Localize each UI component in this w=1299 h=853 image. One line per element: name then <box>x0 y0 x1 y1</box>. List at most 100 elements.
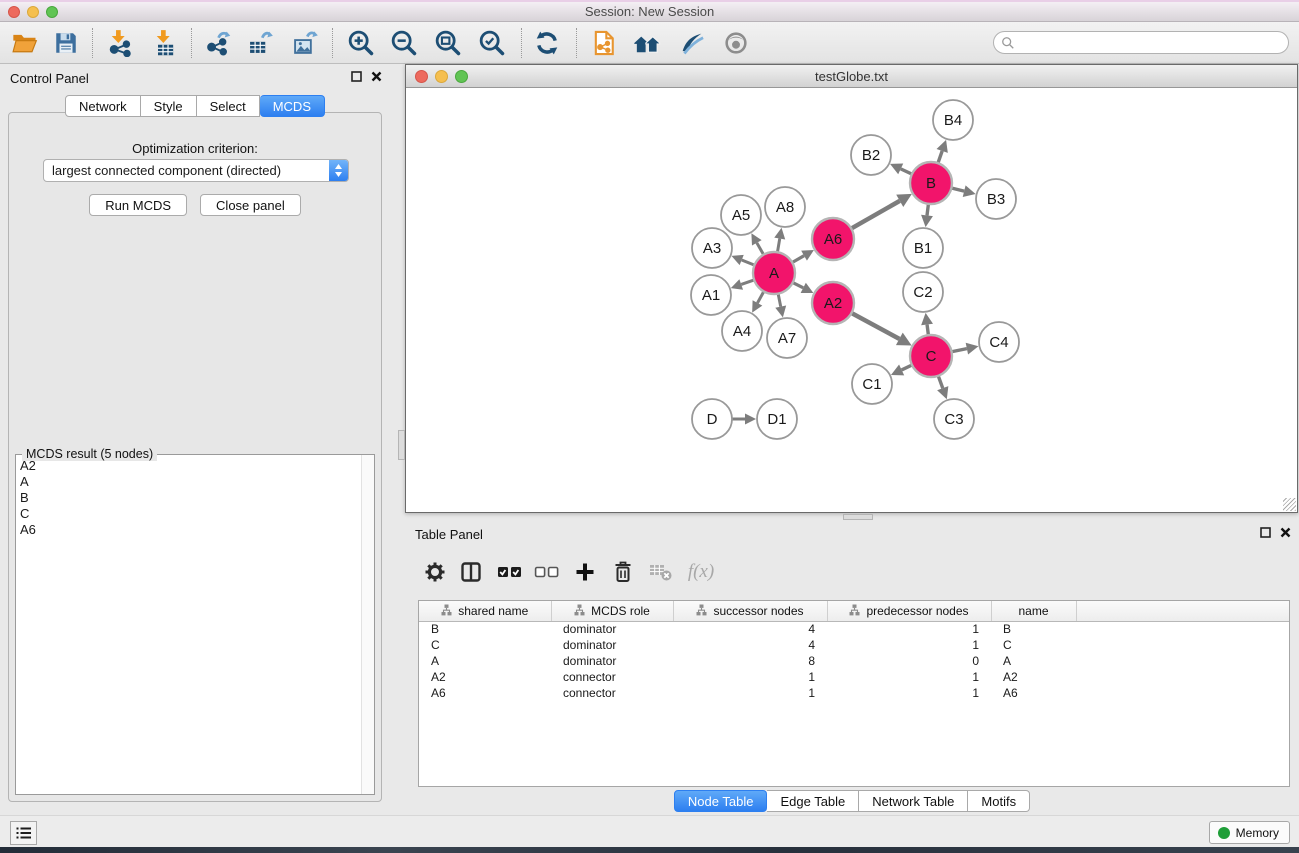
function-builder-icon[interactable]: f(x) <box>685 556 717 588</box>
import-network-icon[interactable] <box>103 26 137 60</box>
network-node[interactable]: A1 <box>691 275 731 315</box>
table-row[interactable]: A6connector11A6 <box>419 685 1289 701</box>
network-node[interactable]: B4 <box>933 100 973 140</box>
network-node[interactable]: D <box>692 399 732 439</box>
network-node[interactable]: B2 <box>851 135 891 175</box>
network-edge[interactable] <box>921 204 933 227</box>
mcds-result-item[interactable]: C <box>16 506 360 522</box>
table-cell[interactable]: B <box>419 621 551 637</box>
network-node[interactable]: A3 <box>692 228 732 268</box>
table-cell[interactable]: 8 <box>673 653 827 669</box>
table-cell[interactable]: 0 <box>827 653 991 669</box>
tab-style[interactable]: Style <box>141 95 197 117</box>
network-node[interactable]: A6 <box>812 218 854 260</box>
mcds-result-item[interactable]: A2 <box>16 458 360 474</box>
network-edge[interactable] <box>937 376 948 400</box>
show-details-eye-icon[interactable] <box>719 26 753 60</box>
network-canvas[interactable]: AA6A2BCA5A8A3A1A4A7B4B2B3B1C2C4C1C3DD1 <box>406 88 1297 512</box>
table-cell[interactable]: dominator <box>551 637 673 653</box>
network-edge[interactable] <box>951 185 975 197</box>
column-header-predecessor-nodes[interactable]: predecessor nodes <box>827 601 991 621</box>
network-edge[interactable] <box>752 291 764 312</box>
mcds-result-scrollbar[interactable] <box>361 455 374 794</box>
table-cell[interactable]: B <box>991 621 1076 637</box>
tab-mcds[interactable]: MCDS <box>260 95 325 117</box>
network-edge[interactable] <box>952 343 979 355</box>
network-close-button[interactable] <box>415 70 428 83</box>
table-cell[interactable]: connector <box>551 685 673 701</box>
table-cell[interactable]: A <box>419 653 551 669</box>
delete-table-icon[interactable] <box>645 556 677 588</box>
network-node[interactable]: B3 <box>976 179 1016 219</box>
table-cell[interactable]: 4 <box>673 621 827 637</box>
table-cell[interactable]: 1 <box>827 669 991 685</box>
table-cell[interactable]: 1 <box>827 621 991 637</box>
network-window-titlebar[interactable]: testGlobe.txt <box>406 65 1297 88</box>
table-settings-gear-icon[interactable] <box>419 556 451 588</box>
column-header-name[interactable]: name <box>991 601 1076 621</box>
zoom-out-icon[interactable] <box>387 26 421 60</box>
tab-motifs[interactable]: Motifs <box>968 790 1030 812</box>
column-header-mcds-role[interactable]: MCDS role <box>551 601 673 621</box>
zoom-window-button[interactable] <box>46 6 58 18</box>
network-zoom-button[interactable] <box>455 70 468 83</box>
table-cell[interactable]: A <box>991 653 1076 669</box>
network-edge[interactable] <box>937 140 948 163</box>
close-panel-icon[interactable] <box>1280 527 1291 538</box>
zoom-in-icon[interactable] <box>344 26 378 60</box>
select-all-icon[interactable] <box>494 556 526 588</box>
table-cell[interactable]: 1 <box>673 685 827 701</box>
network-node[interactable]: A5 <box>721 195 761 235</box>
table-row[interactable]: A2connector11A2 <box>419 669 1289 685</box>
network-edge[interactable] <box>732 413 756 424</box>
network-node[interactable]: C4 <box>979 322 1019 362</box>
table-cell[interactable]: 1 <box>673 669 827 685</box>
network-edge[interactable] <box>774 228 785 253</box>
mcds-result-item[interactable]: B <box>16 490 360 506</box>
table-cell[interactable]: connector <box>551 669 673 685</box>
run-mcds-button[interactable]: Run MCDS <box>89 194 187 216</box>
table-cell[interactable]: C <box>419 637 551 653</box>
network-edge[interactable] <box>751 233 763 254</box>
table-cell[interactable]: 1 <box>827 685 991 701</box>
create-column-plus-icon[interactable] <box>569 556 601 588</box>
close-panel-icon[interactable] <box>371 71 382 82</box>
save-session-icon[interactable] <box>49 26 83 60</box>
network-node[interactable]: C2 <box>903 272 943 312</box>
column-header-shared-name[interactable]: shared name <box>419 601 551 621</box>
table-cell[interactable]: A2 <box>419 669 551 685</box>
network-node[interactable]: A8 <box>765 187 805 227</box>
table-cell[interactable]: A2 <box>991 669 1076 685</box>
network-edge[interactable] <box>731 279 754 289</box>
memory-button[interactable]: Memory <box>1209 821 1290 844</box>
network-node[interactable]: A <box>753 252 795 294</box>
mcds-result-item[interactable]: A <box>16 474 360 490</box>
network-edge[interactable] <box>891 365 912 376</box>
import-table-icon[interactable] <box>148 26 182 60</box>
refresh-icon[interactable] <box>530 26 564 60</box>
network-edge[interactable] <box>792 250 814 263</box>
minimize-window-button[interactable] <box>27 6 39 18</box>
network-edge[interactable] <box>731 255 754 265</box>
float-panel-icon[interactable] <box>1260 527 1271 538</box>
home-views-icon[interactable] <box>630 26 664 60</box>
tab-node-table[interactable]: Node Table <box>674 790 768 812</box>
zoom-selected-icon[interactable] <box>475 26 509 60</box>
table-cell[interactable]: dominator <box>551 621 673 637</box>
table-cell[interactable]: 1 <box>827 637 991 653</box>
network-node[interactable]: C1 <box>852 364 892 404</box>
network-node[interactable]: A2 <box>812 282 854 324</box>
show-columns-icon[interactable] <box>455 556 487 588</box>
network-edge[interactable] <box>851 194 912 229</box>
table-cell[interactable]: C <box>991 637 1076 653</box>
hide-details-icon[interactable] <box>675 26 709 60</box>
tab-edge-table[interactable]: Edge Table <box>767 790 859 812</box>
close-panel-button[interactable]: Close panel <box>200 194 301 216</box>
network-node[interactable]: D1 <box>757 399 797 439</box>
table-cell[interactable]: 4 <box>673 637 827 653</box>
network-edge[interactable] <box>890 163 912 174</box>
table-row[interactable]: Cdominator41C <box>419 637 1289 653</box>
export-image-icon[interactable] <box>288 26 322 60</box>
task-history-button[interactable] <box>10 821 37 845</box>
search-box[interactable] <box>993 31 1289 54</box>
